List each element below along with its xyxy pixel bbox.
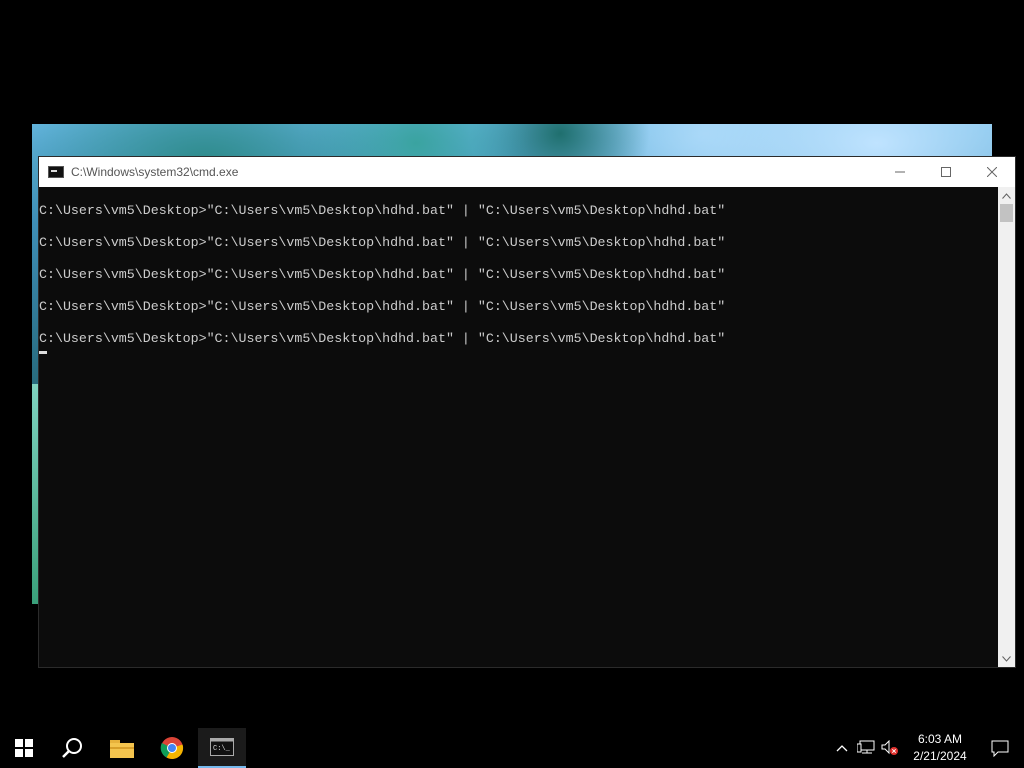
title-bar[interactable]: C:\Windows\system32\cmd.exe: [39, 157, 1015, 187]
console-line: C:\Users\vm5\Desktop>"C:\Users\vm5\Deskt…: [39, 267, 726, 282]
action-center-button[interactable]: [976, 728, 1024, 768]
search-icon: [62, 738, 82, 758]
network-icon: [857, 740, 875, 754]
network-button[interactable]: [854, 728, 878, 768]
cmd-icon: C:\_: [210, 738, 234, 756]
maximize-button[interactable]: [923, 157, 969, 187]
console-line: C:\Users\vm5\Desktop>"C:\Users\vm5\Deskt…: [39, 299, 726, 314]
chevron-up-icon: [1002, 192, 1011, 199]
console-output[interactable]: C:\Users\vm5\Desktop>"C:\Users\vm5\Deskt…: [39, 187, 998, 667]
chrome-button[interactable]: [148, 728, 196, 768]
chevron-down-icon: [1002, 655, 1011, 662]
notification-icon: [991, 740, 1009, 757]
scroll-down-button[interactable]: [998, 650, 1015, 667]
window-title: C:\Windows\system32\cmd.exe: [71, 165, 239, 179]
search-button[interactable]: [48, 728, 96, 768]
clock[interactable]: 6:03 AM 2/21/2024: [904, 731, 976, 765]
text-cursor: [39, 351, 47, 354]
console-line: C:\Users\vm5\Desktop>"C:\Users\vm5\Deskt…: [39, 235, 726, 250]
clock-date: 2/21/2024: [913, 749, 967, 763]
svg-text:C:\_: C:\_: [213, 745, 231, 753]
maximize-icon: [941, 167, 951, 177]
minimize-button[interactable]: [877, 157, 923, 187]
taskbar: C:\_ 6:03 AM 2/21/2024: [0, 728, 1024, 768]
chrome-icon: [160, 737, 184, 760]
console-line: C:\Users\vm5\Desktop>"C:\Users\vm5\Deskt…: [39, 203, 726, 218]
show-hidden-icons-button[interactable]: [830, 728, 854, 768]
file-explorer-icon: [110, 740, 134, 758]
console-line: C:\Users\vm5\Desktop>"C:\Users\vm5\Deskt…: [39, 331, 726, 346]
close-icon: [987, 167, 997, 177]
cmd-icon: [48, 166, 64, 178]
chevron-up-icon: [836, 745, 848, 752]
vertical-scrollbar[interactable]: [998, 187, 1015, 667]
system-tray: 6:03 AM 2/21/2024: [830, 728, 1024, 768]
cmd-taskbar-button[interactable]: C:\_: [198, 728, 246, 768]
cmd-window[interactable]: C:\Windows\system32\cmd.exe C:\Users\vm5…: [38, 156, 1016, 668]
volume-button[interactable]: [878, 728, 902, 768]
scroll-up-button[interactable]: [998, 187, 1015, 204]
close-button[interactable]: [969, 157, 1015, 187]
scroll-thumb[interactable]: [1000, 204, 1013, 222]
clock-time: 6:03 AM: [917, 732, 963, 746]
minimize-icon: [895, 171, 905, 173]
start-icon: [15, 739, 33, 757]
start-button[interactable]: [0, 728, 48, 768]
file-explorer-button[interactable]: [98, 728, 146, 768]
volume-muted-icon: [881, 740, 898, 755]
